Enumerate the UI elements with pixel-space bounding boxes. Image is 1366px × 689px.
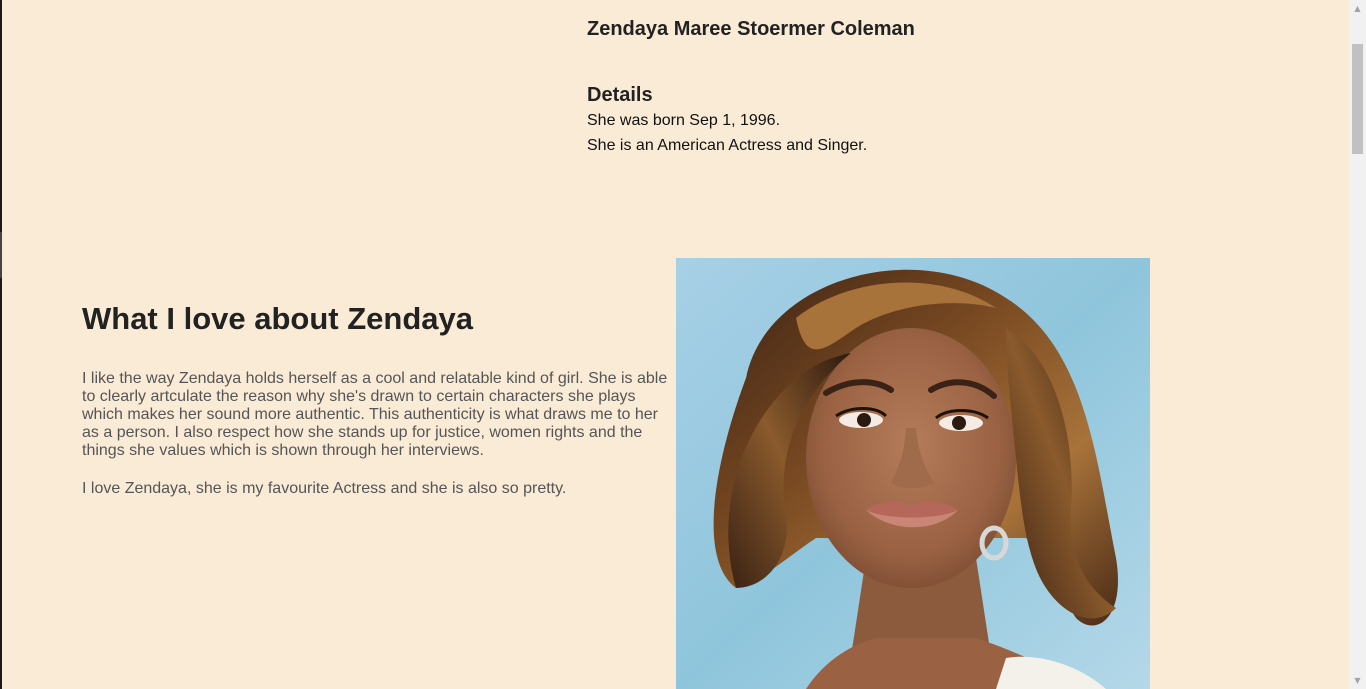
love-section: What I love about Zendaya I like the way… — [82, 258, 1152, 689]
triangle-down-icon[interactable]: ▼ — [1349, 672, 1366, 689]
love-paragraph: I love Zendaya, she is my favourite Actr… — [82, 480, 567, 497]
occupation-text: She is an American Actress and Singer. — [587, 137, 868, 154]
window-left-edge-notch — [0, 232, 2, 278]
portrait-illustration — [676, 258, 1150, 689]
profile-header: Zendaya Maree Stoermer Coleman Details S… — [587, 16, 1187, 158]
love-heading: What I love about Zendaya — [82, 301, 473, 336]
window-left-edge — [0, 0, 2, 689]
birth-date-text: She was born Sep 1, 1996. — [587, 112, 781, 129]
zendaya-portrait-image — [676, 258, 1150, 689]
triangle-up-icon[interactable]: ▲ — [1349, 0, 1366, 17]
details-heading: Details — [587, 84, 653, 106]
love-text-column: What I love about Zendaya I like the way… — [82, 298, 672, 498]
full-name-heading: Zendaya Maree Stoermer Coleman — [587, 18, 915, 40]
scrollbar-thumb[interactable] — [1352, 44, 1363, 154]
love-paragraph: I like the way Zendaya holds herself as … — [82, 370, 668, 459]
vertical-scrollbar[interactable]: ▲ ▼ — [1349, 0, 1366, 689]
